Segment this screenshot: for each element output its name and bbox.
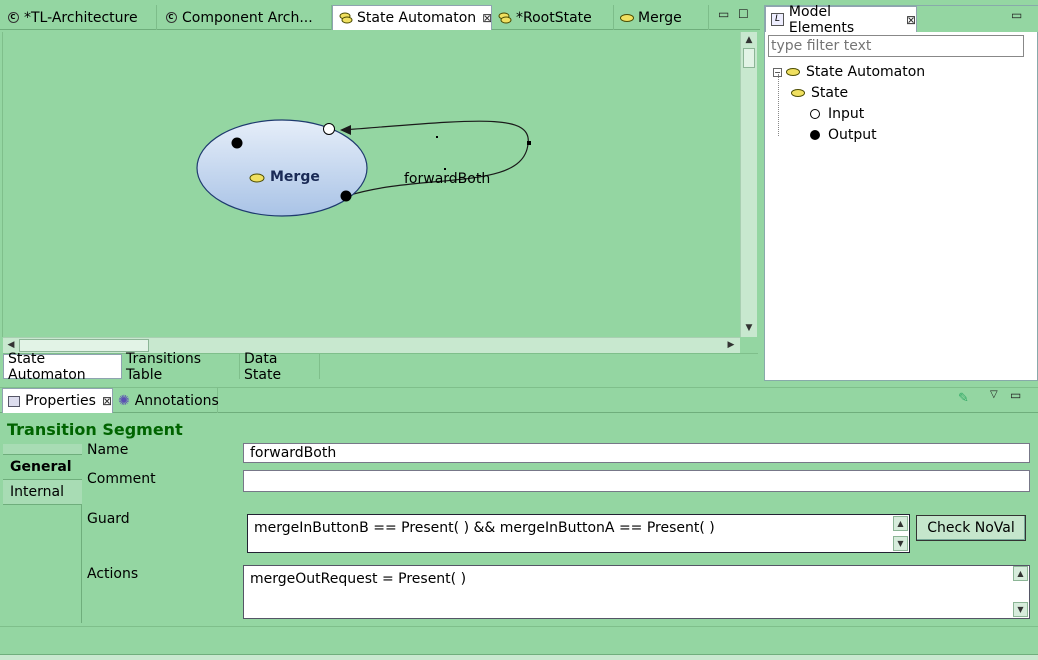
comment-label: Comment [87,471,156,487]
tab-label: Component Arch... [182,9,313,26]
tab-transitions-table[interactable]: Transitions Table [122,351,240,383]
guard-field[interactable]: mergeInButtonB == Present( ) && mergeInB… [247,514,910,553]
diagram-svg [196,119,531,217]
properties-tab-bar: Properties ⊠ ✺ Annotations ✎ ▽ ▭ [0,387,1038,413]
close-icon[interactable]: ⊠ [482,11,491,25]
state-oval-icon [249,173,265,183]
minimize-icon[interactable]: ▭ [718,7,729,21]
tree-label: State Automaton [806,64,926,80]
tab-general[interactable]: General [3,455,82,480]
tab-state-automaton[interactable]: State Automaton ⊠ [332,5,492,30]
scroll-up-icon[interactable]: ▲ [893,516,908,531]
tree-guide [778,74,779,136]
model-view-icon: L [771,13,784,26]
tab-label: State Automaton [357,10,477,26]
tab-label: Annotations [134,392,219,409]
scroll-up-icon[interactable]: ▲ [742,33,756,47]
tab-label: Merge [638,9,682,26]
component-c-icon: C [164,11,178,25]
name-field[interactable]: forwardBoth [243,443,1030,463]
minimize-icon[interactable]: ▭ [1011,8,1022,22]
actions-label: Actions [87,566,139,582]
tree-label: Output [828,127,877,143]
close-icon[interactable]: ⊠ [102,394,112,408]
editor-tab-bar: C *TL-Architecture C Component Arch... S… [0,5,760,30]
state-oval-icon [786,68,800,76]
state-oval-icon [620,11,634,25]
comment-field[interactable] [243,470,1030,492]
scroll-down-icon[interactable]: ▼ [893,536,908,551]
view-menu-icon[interactable]: ▽ [990,389,998,400]
check-noval-button[interactable]: Check NoVal [916,515,1026,541]
section-title: Transition Segment [7,420,183,439]
tab-spacer [3,444,82,455]
transition-label[interactable]: forwardBoth [404,171,490,187]
input-port [323,123,335,135]
tree-item-state[interactable]: State [791,83,848,103]
state-automaton-icon [498,11,512,25]
taskbar-strip [0,654,1038,660]
tab-label: *RootState [516,9,592,26]
tab-label: Properties [25,393,96,409]
actions-field[interactable]: mergeOutRequest = Present( ) [243,565,1030,619]
tab-tl-architecture[interactable]: C *TL-Architecture [0,5,157,30]
actions-text: mergeOutRequest = Present( ) [250,571,467,587]
tab-data-state[interactable]: Data State [240,351,320,383]
guard-label: Guard [87,511,130,527]
output-port-icon [810,130,820,140]
component-c-icon: C [6,11,20,25]
tab-annotations[interactable]: ✺ Annotations [113,388,219,413]
model-view-tab-bar: L Model Elements ⊠ ▭ [765,4,1038,36]
tree-item-state-automaton[interactable]: − State Automaton [773,62,925,82]
close-icon[interactable]: ⊠ [906,13,916,27]
gear-icon: ✺ [118,392,130,409]
tab-state-automaton-page[interactable]: State Automaton [3,351,122,383]
model-elements-view: L Model Elements ⊠ ▭ − State Automaton S… [764,4,1038,381]
tab-component-arch[interactable]: C Component Arch... [158,5,332,30]
scroll-right-icon[interactable]: ▶ [724,338,738,352]
pin-icon[interactable]: ✎ [958,391,969,406]
tab-internal[interactable]: Internal [3,480,82,505]
state-oval-icon [791,89,805,97]
bend-point [527,141,531,145]
maximize-icon[interactable]: ☐ [738,7,749,21]
property-section-tabs: General Internal [3,444,82,623]
vertical-scrollbar[interactable]: ▲ ▼ [740,32,757,337]
output-port [231,137,243,149]
scroll-thumb[interactable] [743,48,755,68]
input-port-icon [810,109,820,119]
diagram-canvas[interactable]: Merge forwardBoth [2,32,740,337]
editor-page-tabs: State Automaton Transitions Table Data S… [3,351,758,383]
state-merge [196,119,368,217]
tab-merge[interactable]: Merge [614,5,709,30]
tab-properties[interactable]: Properties ⊠ [2,388,113,413]
tree-label: State [811,85,849,101]
guard-text: mergeInButtonB == Present( ) && mergeInB… [254,520,715,536]
view-title: Model Elements [788,3,855,36]
scroll-down-icon[interactable]: ▼ [1013,602,1028,617]
tab-label: *TL-Architecture [24,9,138,26]
state-automaton-icon [339,11,353,25]
tab-rootstate[interactable]: *RootState [492,5,614,30]
state-name-label[interactable]: Merge [270,169,320,185]
output-port [340,190,352,202]
scroll-down-icon[interactable]: ▼ [742,321,756,335]
name-label: Name [87,442,129,458]
tree-item-input[interactable]: Input [810,104,864,124]
properties-icon [8,395,21,407]
minimize-icon[interactable]: ▭ [1010,388,1021,402]
tab-model-elements[interactable]: L Model Elements ⊠ [765,4,917,36]
filter-input[interactable] [768,35,1024,57]
scroll-up-icon[interactable]: ▲ [1013,566,1028,581]
tree-label: Input [828,106,865,122]
tree-item-output[interactable]: Output [810,125,877,145]
